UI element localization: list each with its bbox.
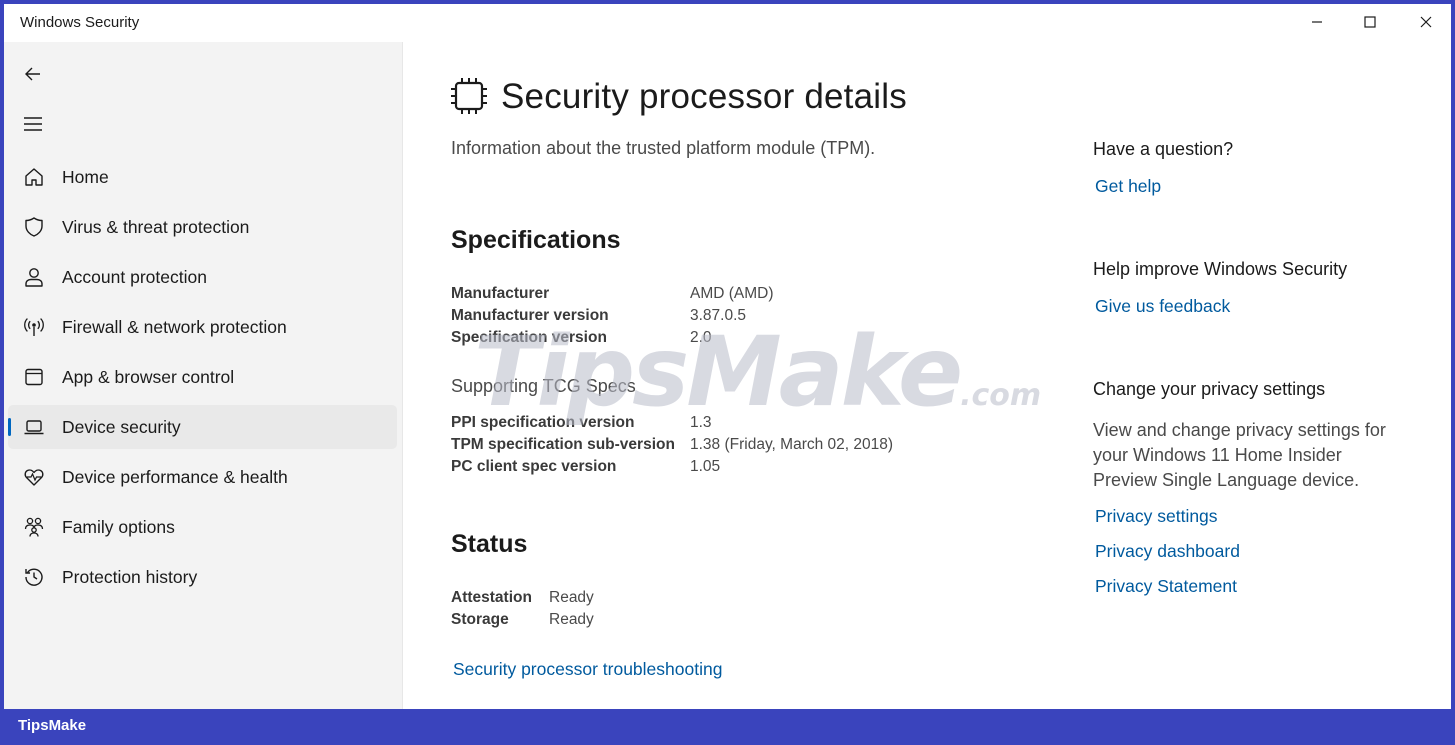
question-heading: Have a question?: [1093, 139, 1234, 159]
shield-icon: [22, 215, 46, 239]
sidebar-item-protection-history[interactable]: Protection history: [8, 555, 397, 599]
sidebar-item-firewall-network-protection[interactable]: Firewall & network protection: [8, 305, 397, 349]
status-label-attestation: Attestation: [451, 589, 532, 606]
page-subtitle: Information about the trusted platform m…: [451, 138, 876, 158]
sidebar: Home Virus & threat protection Account p…: [4, 42, 402, 709]
privacy-dashboard-link[interactable]: Privacy dashboard: [1095, 541, 1240, 562]
sidebar-item-device-performance-health[interactable]: Device performance & health: [8, 455, 397, 499]
back-button[interactable]: [18, 59, 48, 89]
sidebar-item-app-browser-control[interactable]: App & browser control: [8, 355, 397, 399]
main-content: Security processor details Information a…: [403, 42, 1451, 709]
family-icon: [22, 515, 46, 539]
brand-footer: TipsMake: [18, 717, 87, 734]
get-help-link[interactable]: Get help: [1095, 176, 1161, 197]
tcg-specs-heading: Supporting TCG Specs: [451, 376, 636, 396]
status-label-storage: Storage: [451, 611, 509, 628]
troubleshooting-link[interactable]: Security processor troubleshooting: [453, 659, 722, 680]
tcg-label-tpm-sub-version: TPM specification sub-version: [451, 436, 675, 453]
sidebar-item-family-options[interactable]: Family options: [8, 505, 397, 549]
title-bar: Windows Security: [4, 4, 1451, 42]
spec-value-manufacturer: AMD (AMD): [690, 285, 774, 302]
window-title: Windows Security: [20, 14, 140, 31]
sidebar-item-label: App & browser control: [62, 367, 235, 387]
improve-heading: Help improve Windows Security: [1093, 259, 1348, 279]
sidebar-item-label: Family options: [62, 517, 175, 537]
sidebar-item-virus-threat-protection[interactable]: Virus & threat protection: [8, 205, 397, 249]
sidebar-item-account-protection[interactable]: Account protection: [8, 255, 397, 299]
sidebar-item-device-security[interactable]: Device security: [8, 405, 397, 449]
minimize-button[interactable]: [1289, 4, 1345, 40]
privacy-settings-link[interactable]: Privacy settings: [1095, 506, 1218, 527]
privacy-statement-link[interactable]: Privacy Statement: [1095, 576, 1237, 597]
sidebar-item-label: Device performance & health: [62, 467, 288, 487]
person-icon: [22, 265, 46, 289]
sidebar-item-label: Virus & threat protection: [62, 217, 250, 237]
spec-label-specification-version: Specification version: [451, 329, 607, 346]
spec-label-manufacturer-version: Manufacturer version: [451, 307, 609, 324]
selection-indicator: [8, 418, 11, 436]
tcg-value-pc-client: 1.05: [690, 458, 721, 475]
maximize-icon: [1364, 16, 1376, 28]
sidebar-item-label: Firewall & network protection: [62, 317, 287, 337]
tcg-label-ppi: PPI specification version: [451, 414, 635, 431]
status-value-attestation: Ready: [549, 589, 594, 606]
status-value-storage: Ready: [549, 611, 594, 628]
app-window: Windows Security Home Virus & threat pro…: [4, 4, 1451, 709]
laptop-icon: [22, 415, 46, 439]
close-icon: [1420, 16, 1432, 28]
privacy-description: View and change privacy settings for you…: [1093, 420, 1386, 490]
spec-value-manufacturer-version: 3.87.0.5: [690, 307, 747, 324]
spec-label-manufacturer: Manufacturer: [451, 285, 550, 302]
maximize-button[interactable]: [1342, 4, 1398, 40]
home-icon: [22, 165, 46, 189]
history-icon: [22, 565, 46, 589]
privacy-heading: Change your privacy settings: [1093, 379, 1326, 399]
close-button[interactable]: [1398, 4, 1451, 40]
sidebar-item-label: Account protection: [62, 267, 207, 287]
heart-pulse-icon: [22, 465, 46, 489]
app-window-icon: [22, 365, 46, 389]
hamburger-menu-icon: [24, 117, 42, 131]
sidebar-item-home[interactable]: Home: [8, 155, 397, 199]
chip-icon: [451, 78, 487, 114]
tcg-label-pc-client: PC client spec version: [451, 458, 617, 475]
specifications-heading: Specifications: [451, 226, 621, 254]
antenna-icon: [22, 315, 46, 339]
sidebar-item-label: Home: [62, 167, 109, 187]
minimize-icon: [1312, 21, 1322, 23]
page-title: Security processor details: [501, 77, 907, 116]
menu-button[interactable]: [18, 109, 48, 139]
sidebar-item-label: Protection history: [62, 567, 198, 587]
tcg-value-ppi: 1.3: [690, 414, 712, 431]
back-arrow-icon: [25, 67, 40, 81]
feedback-link[interactable]: Give us feedback: [1095, 296, 1230, 317]
sidebar-item-label: Device security: [62, 417, 181, 437]
tcg-value-tpm-sub-version: 1.38 (Friday, March 02, 2018): [690, 436, 894, 453]
status-heading: Status: [451, 530, 528, 558]
spec-value-specification-version: 2.0: [690, 329, 712, 346]
